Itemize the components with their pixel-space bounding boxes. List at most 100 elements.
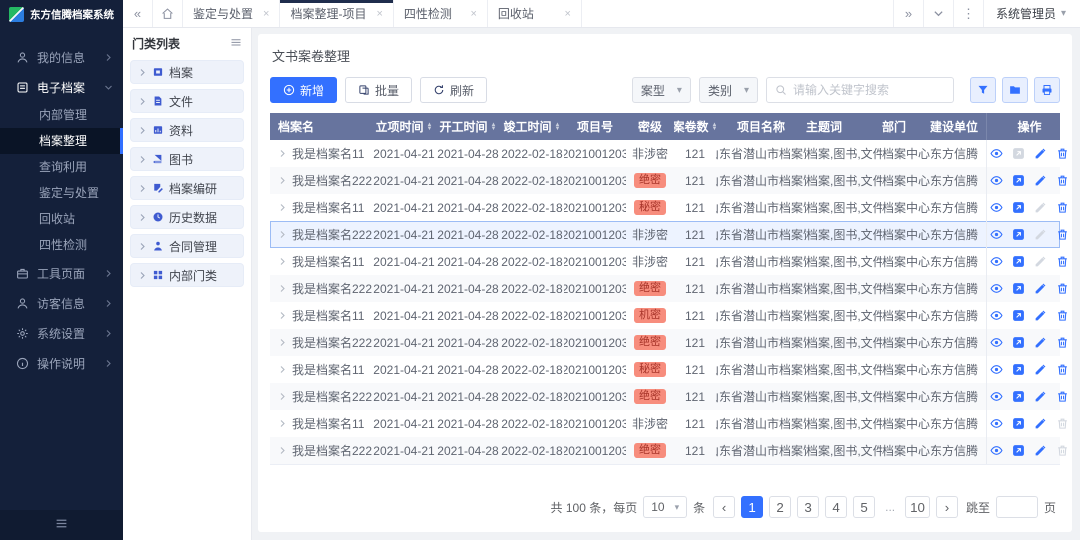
- sidebar-subitem-查询利用[interactable]: 查询利用: [0, 154, 123, 180]
- expand-row-icon[interactable]: [278, 365, 287, 374]
- tree-item-内部门类[interactable]: 内部门类: [130, 263, 244, 287]
- sidebar-item-电子档案[interactable]: 电子档案: [0, 72, 123, 102]
- tree-item-资料[interactable]: 资料: [130, 118, 244, 142]
- relate-icon[interactable]: [1012, 336, 1025, 349]
- scroll-tabs-right-button[interactable]: »: [892, 0, 923, 27]
- delete-icon[interactable]: [1056, 363, 1069, 376]
- view-icon[interactable]: [990, 201, 1003, 214]
- refresh-button[interactable]: 刷新: [420, 77, 488, 103]
- prev-page-button[interactable]: ‹: [713, 496, 736, 518]
- add-button[interactable]: 新增: [270, 77, 338, 103]
- edit-icon[interactable]: [1034, 363, 1047, 376]
- table-row[interactable]: 我是档案名11 2021-04-21 2021-04-28 2022-02-18 202…: [270, 356, 1067, 383]
- page-button-4[interactable]: 4: [825, 496, 848, 518]
- expand-row-icon[interactable]: [278, 176, 287, 185]
- print-button[interactable]: [1034, 77, 1060, 103]
- view-icon[interactable]: [990, 228, 1003, 241]
- relate-icon[interactable]: [1012, 390, 1025, 403]
- relate-icon[interactable]: [1012, 174, 1025, 187]
- view-icon[interactable]: [990, 444, 1003, 457]
- close-tab-icon[interactable]: ×: [263, 8, 269, 20]
- page-button-5[interactable]: 5: [853, 496, 876, 518]
- collapse-tabs-button[interactable]: «: [123, 0, 153, 27]
- view-icon[interactable]: [990, 174, 1003, 187]
- view-icon[interactable]: [990, 282, 1003, 295]
- tree-item-图书[interactable]: 图书: [130, 147, 244, 171]
- table-row[interactable]: 我是档案名11 2021-04-21 2021-04-28 2022-02-18 202…: [270, 140, 1067, 167]
- table-row[interactable]: 我是档案名222 2021-04-21 2021-04-28 2022-02-18 20…: [270, 275, 1067, 302]
- delete-icon[interactable]: [1056, 336, 1069, 349]
- edit-icon[interactable]: [1034, 417, 1047, 430]
- relate-icon[interactable]: [1012, 444, 1025, 457]
- delete-icon[interactable]: [1056, 390, 1069, 403]
- user-menu[interactable]: 系统管理员 ▾: [982, 0, 1080, 27]
- view-icon[interactable]: [990, 336, 1003, 349]
- table-row[interactable]: 我是档案名222 2021-04-21 2021-04-28 2022-02-18 20…: [270, 329, 1067, 356]
- chevron-right-icon[interactable]: [138, 242, 147, 251]
- sidebar-subitem-内部管理[interactable]: 内部管理: [0, 102, 123, 128]
- table-row[interactable]: 我是档案名11 2021-04-21 2021-04-28 2022-02-18 202…: [270, 194, 1067, 221]
- chevron-right-icon[interactable]: [138, 271, 147, 280]
- relate-icon[interactable]: [1012, 228, 1025, 241]
- view-icon[interactable]: [990, 363, 1003, 376]
- export-button[interactable]: [1002, 77, 1028, 103]
- sidebar-item-操作说明[interactable]: 操作说明: [0, 348, 123, 378]
- delete-icon[interactable]: [1056, 282, 1069, 295]
- delete-icon[interactable]: [1056, 174, 1069, 187]
- expand-row-icon[interactable]: [278, 284, 287, 293]
- sidebar-subitem-档案整理[interactable]: 档案整理: [0, 128, 123, 154]
- chevron-right-icon[interactable]: [138, 97, 147, 106]
- next-page-button[interactable]: ›: [935, 496, 958, 518]
- more-actions-button[interactable]: ⋮: [952, 0, 983, 27]
- tree-item-文件[interactable]: 文件: [130, 89, 244, 113]
- category-select[interactable]: 类别 ▾: [698, 77, 758, 103]
- expand-row-icon[interactable]: [278, 419, 287, 428]
- tree-item-历史数据[interactable]: 历史数据: [130, 205, 244, 229]
- expand-row-icon[interactable]: [278, 203, 287, 212]
- view-icon[interactable]: [990, 255, 1003, 268]
- edit-icon[interactable]: [1034, 309, 1047, 322]
- filter-button[interactable]: [970, 77, 996, 103]
- case-type-select[interactable]: 案型 ▾: [631, 77, 691, 103]
- jump-page-input[interactable]: [995, 496, 1038, 518]
- view-icon[interactable]: [990, 309, 1003, 322]
- view-icon[interactable]: [990, 390, 1003, 403]
- table-row[interactable]: 我是档案名222 2021-04-21 2021-04-28 2022-02-18 20…: [270, 383, 1067, 410]
- relate-icon[interactable]: [1012, 201, 1025, 214]
- expand-row-icon[interactable]: [278, 257, 287, 266]
- relate-icon[interactable]: [1012, 417, 1025, 430]
- sidebar-subitem-回收站[interactable]: 回收站: [0, 206, 123, 232]
- expand-row-icon[interactable]: [278, 230, 287, 239]
- search-input[interactable]: [793, 83, 945, 97]
- expand-row-icon[interactable]: [278, 392, 287, 401]
- page-button-3[interactable]: 3: [797, 496, 820, 518]
- sidebar-item-系统设置[interactable]: 系统设置: [0, 318, 123, 348]
- sort-icon[interactable]: ▲ ▼: [427, 122, 433, 132]
- chevron-right-icon[interactable]: [138, 155, 147, 164]
- delete-icon[interactable]: [1056, 201, 1069, 214]
- relate-icon[interactable]: [1012, 309, 1025, 322]
- page-button-1[interactable]: 1: [741, 496, 764, 518]
- tab-四性检测[interactable]: 四性检测 ×: [394, 0, 488, 27]
- page-button-10[interactable]: 10: [905, 496, 930, 518]
- table-row[interactable]: 我是档案名11 2021-04-21 2021-04-28 2022-02-18 202…: [270, 302, 1067, 329]
- tree-item-档案编研[interactable]: 档案编研: [130, 176, 244, 200]
- delete-icon[interactable]: [1056, 228, 1069, 241]
- view-icon[interactable]: [990, 147, 1003, 160]
- delete-icon[interactable]: [1056, 147, 1069, 160]
- edit-icon[interactable]: [1034, 390, 1047, 403]
- expand-row-icon[interactable]: [278, 149, 287, 158]
- column-header-start_time[interactable]: 开工时间 ▲ ▼: [436, 113, 500, 140]
- chevron-right-icon[interactable]: [138, 184, 147, 193]
- batch-button[interactable]: 批量: [345, 77, 413, 103]
- page-button-2[interactable]: 2: [769, 496, 792, 518]
- per-page-select[interactable]: 10 ▾: [643, 496, 688, 518]
- tab-档案整理-项目[interactable]: 档案整理-项目 ×: [280, 0, 394, 27]
- table-row[interactable]: 我是档案名11 2021-04-21 2021-04-28 2022-02-18 202…: [270, 410, 1067, 437]
- chevron-right-icon[interactable]: [138, 126, 147, 135]
- home-button[interactable]: [153, 0, 183, 27]
- table-row[interactable]: 我是档案名11 2021-04-21 2021-04-28 2022-02-18 202…: [270, 248, 1067, 275]
- relate-icon[interactable]: [1012, 282, 1025, 295]
- sort-icon[interactable]: ▲ ▼: [555, 122, 561, 132]
- sort-icon[interactable]: ▲ ▼: [491, 122, 497, 132]
